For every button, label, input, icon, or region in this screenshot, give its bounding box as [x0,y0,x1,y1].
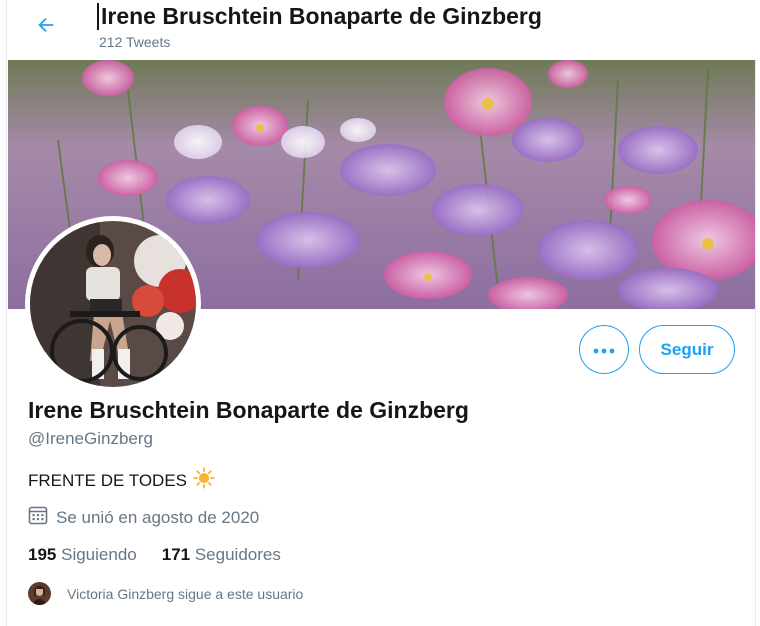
following-link[interactable]: 195 Siguiendo [28,545,137,565]
profile-name: Irene Bruschtein Bonaparte de Ginzberg [28,397,469,423]
profile-handle: @IreneGinzberg [28,429,153,448]
calendar-icon [28,505,48,530]
followed-by-text: Victoria Ginzberg sigue a este usuario [67,585,304,602]
profile-avatar[interactable] [25,216,201,392]
followers-count: 171 [161,545,191,564]
more-options-button[interactable] [579,325,629,374]
top-bar: Irene Bruschtein Bonaparte de Ginzberg 2… [7,0,757,60]
bio-text: FRENTE DE TODES [28,470,188,490]
follower-avatar[interactable] [28,582,51,605]
followed-by[interactable]: Victoria Ginzberg sigue a este usuario [28,582,303,605]
joined-date: Se unió en agosto de 2020 [28,505,259,530]
following-label: Siguiendo [61,545,137,564]
follow-button[interactable]: Seguir [639,325,735,374]
header-title: Irene Bruschtein Bonaparte de Ginzberg [97,3,542,30]
joined-text: Se unió en agosto de 2020 [56,507,260,527]
more-dots-icon [593,341,615,359]
profile-bio: FRENTE DE TODES [28,467,215,494]
tweet-count: 212 Tweets [99,34,171,50]
followers-label: Seguidores [194,545,281,564]
followers-link[interactable]: 171 Seguidores [162,545,281,565]
following-count: 195 [28,545,57,564]
profile-stats: 195 Siguiendo 171 Seguidores [28,545,281,565]
arrow-left-icon [35,14,57,41]
sun-emoji-icon [193,467,215,494]
back-button[interactable] [29,10,63,44]
profile-page: Irene Bruschtein Bonaparte de Ginzberg 2… [6,0,757,626]
